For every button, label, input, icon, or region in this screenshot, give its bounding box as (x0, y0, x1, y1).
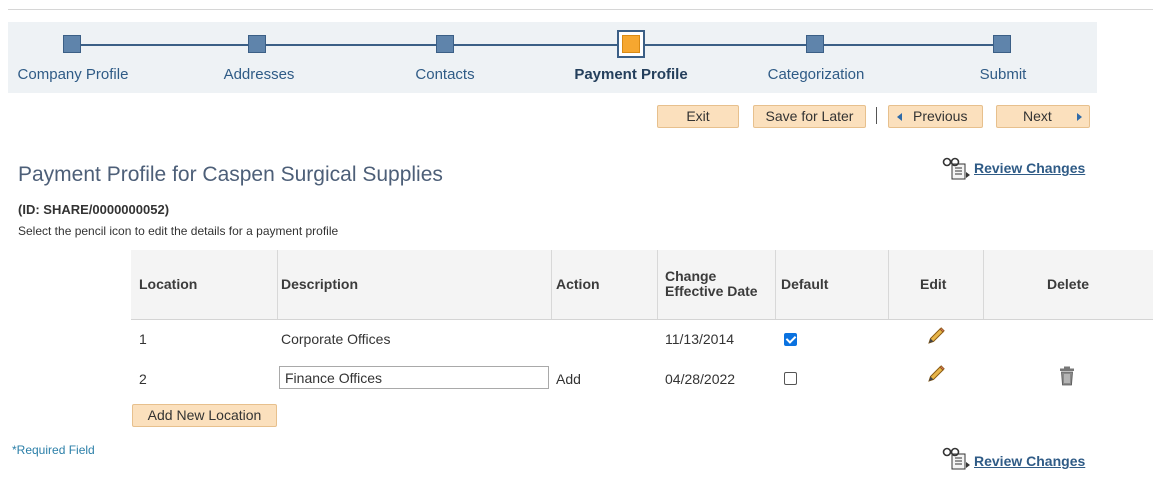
step-label-addresses[interactable]: Addresses (224, 66, 295, 83)
row2-default-checkbox[interactable] (784, 372, 797, 385)
supplier-id: (ID: SHARE/0000000052) (18, 202, 170, 217)
row2-trash-icon[interactable] (1059, 366, 1075, 386)
step-node-payment-profile[interactable] (617, 30, 645, 58)
row2-action: Add (556, 371, 581, 387)
previous-label: Previous (913, 108, 968, 124)
header-default: Default (781, 276, 829, 292)
top-divider (8, 9, 1153, 10)
add-new-location-label: Add New Location (147, 407, 262, 423)
review-changes-link-top[interactable]: Review Changes (974, 160, 1085, 176)
stepper-track (80, 44, 1010, 46)
next-label: Next (1023, 108, 1052, 124)
progress-stepper: Company Profile Addresses Contacts Payme… (8, 22, 1097, 93)
column-divider (888, 250, 889, 319)
step-label-contacts[interactable]: Contacts (415, 66, 474, 83)
column-divider (277, 250, 278, 319)
header-change-line2: Effective Date (665, 283, 758, 299)
step-node-submit[interactable] (993, 35, 1011, 53)
exit-button[interactable]: Exit (657, 105, 739, 128)
row1-description: Corporate Offices (281, 331, 391, 347)
step-node-addresses[interactable] (248, 35, 266, 53)
next-button[interactable]: Next (996, 105, 1090, 128)
row2-location: 2 (139, 371, 147, 387)
header-delete: Delete (1047, 276, 1090, 292)
previous-button[interactable]: Previous (888, 105, 983, 128)
column-divider (551, 250, 552, 319)
chevron-left-icon (897, 113, 902, 121)
save-for-later-label: Save for Later (765, 108, 854, 124)
row1-default-checkbox[interactable] (784, 333, 797, 346)
row1-pencil-icon[interactable] (926, 326, 946, 346)
column-divider (983, 250, 984, 319)
header-change-line1: Change (665, 268, 717, 284)
review-changes-link-bottom[interactable]: Review Changes (974, 453, 1085, 469)
review-glasses-icon[interactable] (942, 156, 972, 180)
toolbar-separator (876, 107, 877, 124)
header-description: Description (281, 276, 359, 292)
step-label-submit[interactable]: Submit (980, 66, 1027, 83)
required-field-note: *Required Field (12, 443, 95, 457)
step-node-contacts[interactable] (436, 35, 454, 53)
step-label-categorization[interactable]: Categorization (768, 66, 865, 83)
save-for-later-button[interactable]: Save for Later (753, 105, 866, 128)
step-label-payment-profile: Payment Profile (574, 66, 688, 83)
step-node-company-profile[interactable] (63, 35, 81, 53)
chevron-right-icon (1077, 113, 1082, 121)
row2-description-input[interactable] (279, 366, 549, 389)
exit-button-label: Exit (686, 108, 710, 124)
step-node-categorization[interactable] (806, 35, 824, 53)
column-divider (775, 250, 776, 319)
header-location: Location (139, 276, 198, 292)
row2-pencil-icon[interactable] (926, 364, 946, 384)
row1-location: 1 (139, 331, 147, 347)
instructions-text: Select the pencil icon to edit the detai… (18, 224, 339, 238)
header-action: Action (556, 276, 600, 292)
add-new-location-button[interactable]: Add New Location (132, 404, 277, 427)
header-edit: Edit (920, 276, 947, 292)
column-divider (657, 250, 658, 319)
row1-effective-date: 11/13/2014 (665, 331, 735, 347)
review-glasses-icon[interactable] (942, 446, 972, 470)
step-label-company-profile[interactable]: Company Profile (18, 66, 129, 83)
page-title: Payment Profile for Caspen Surgical Supp… (18, 163, 443, 186)
row2-effective-date: 04/28/2022 (665, 371, 736, 387)
